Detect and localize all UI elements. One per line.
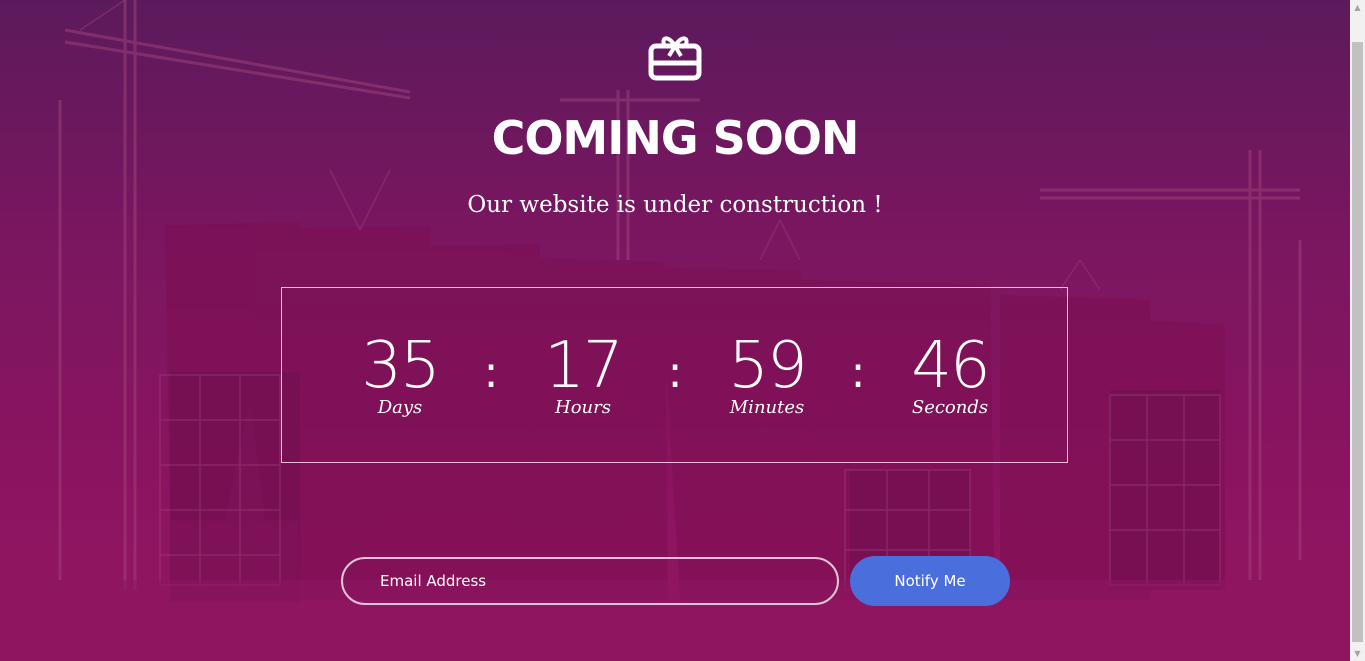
countdown-minutes: 59 Minutes xyxy=(697,326,837,417)
countdown-separator: : xyxy=(850,347,866,398)
countdown-separator: : xyxy=(483,347,499,398)
scroll-down-arrow-icon[interactable]: ▼ xyxy=(1350,646,1365,661)
email-input[interactable] xyxy=(341,557,839,605)
countdown-timer: 35 Days : 17 Hours : 59 Minutes : 46 Sec… xyxy=(281,287,1068,463)
notify-me-button[interactable]: Notify Me xyxy=(850,556,1010,606)
minutes-label: Minutes xyxy=(729,397,805,418)
days-value: 35 xyxy=(361,329,440,403)
page-title: COMING SOON xyxy=(491,111,860,165)
main-content: COMING SOON Our website is under constru… xyxy=(0,0,1350,661)
scroll-up-arrow-icon[interactable]: ▲ xyxy=(1350,0,1365,15)
minutes-value: 59 xyxy=(728,329,807,403)
gift-card-icon xyxy=(648,36,702,81)
countdown-separator: : xyxy=(667,347,683,398)
hours-label: Hours xyxy=(555,397,611,418)
countdown-seconds: 46 Seconds xyxy=(880,326,1020,417)
countdown-hours: 17 Hours xyxy=(513,326,653,417)
vertical-scrollbar[interactable]: ▲ ▼ xyxy=(1350,0,1365,661)
seconds-value: 46 xyxy=(911,329,990,403)
hours-value: 17 xyxy=(544,329,623,403)
days-label: Days xyxy=(377,397,423,418)
countdown-days: 35 Days xyxy=(330,326,470,417)
seconds-label: Seconds xyxy=(911,397,989,418)
coming-soon-page: COMING SOON Our website is under constru… xyxy=(0,0,1365,661)
page-subtitle: Our website is under construction ! xyxy=(467,192,883,218)
scroll-thumb[interactable] xyxy=(1352,42,1363,642)
